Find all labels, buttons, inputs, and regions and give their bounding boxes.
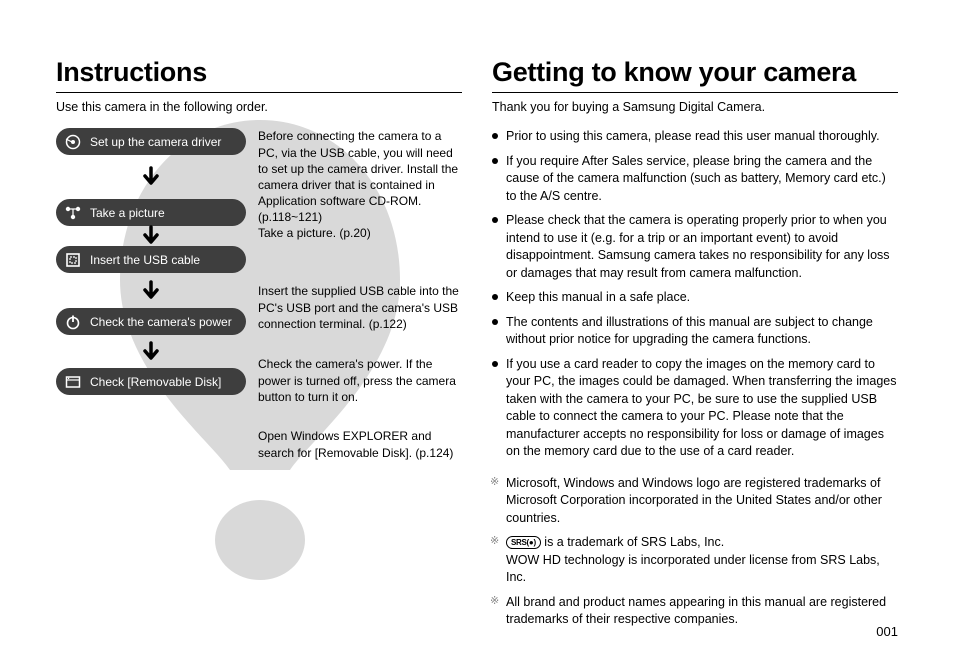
step-label: Set up the camera driver <box>90 134 221 150</box>
trademark-microsoft: Microsoft, Windows and Windows logo are … <box>492 475 898 528</box>
window-icon <box>64 373 82 391</box>
step-pill: Take a picture <box>56 199 246 226</box>
nodes-icon <box>64 204 82 222</box>
step-description: Insert the supplied USB cable into the P… <box>258 283 462 356</box>
srs-line2: WOW HD technology is incorporated under … <box>506 553 880 585</box>
instructions-intro: Use this camera in the following order. <box>56 99 462 116</box>
step-pill: Check [Removable Disk] <box>56 368 246 395</box>
getting-to-know-intro: Thank you for buying a Samsung Digital C… <box>492 99 898 116</box>
step-description: Check the camera's power. If the power i… <box>258 356 462 428</box>
getting-to-know-column: Getting to know your camera Thank you fo… <box>492 54 898 647</box>
square-outline-icon <box>64 251 82 269</box>
step-label: Take a picture <box>90 205 165 221</box>
step-description: Open Windows EXPLORER and search for [Re… <box>258 428 462 468</box>
info-bullet-list: Prior to using this camera, please read … <box>492 128 898 461</box>
down-arrow-icon <box>56 273 246 308</box>
getting-to-know-heading: Getting to know your camera <box>492 54 898 93</box>
info-bullet: Keep this manual in a safe place. <box>492 289 898 307</box>
steps-descriptions: Before connecting the camera to a PC, vi… <box>258 128 462 468</box>
down-arrow-icon <box>56 335 246 368</box>
trademark-srs: SRS(●) is a trademark of SRS Labs, Inc. … <box>492 534 898 587</box>
disc-icon <box>64 133 82 151</box>
trademark-list: Microsoft, Windows and Windows logo are … <box>492 475 898 629</box>
step-description: Before connecting the camera to a PC, vi… <box>258 128 462 225</box>
power-icon <box>64 313 82 331</box>
instructions-heading: Instructions <box>56 54 462 93</box>
info-bullet: If you require After Sales service, plea… <box>492 153 898 206</box>
step-pill: Insert the USB cable <box>56 246 246 273</box>
down-arrow-icon <box>56 155 246 199</box>
info-bullet: Please check that the camera is operatin… <box>492 212 898 282</box>
step-label: Insert the USB cable <box>90 252 200 268</box>
step-label: Check the camera's power <box>90 314 232 330</box>
srs-badge-icon: SRS(●) <box>506 536 541 549</box>
step-label: Check [Removable Disk] <box>90 374 221 390</box>
instructions-column: Instructions Use this camera in the foll… <box>56 54 462 647</box>
steps-flow: Set up the camera driver Take a picture In… <box>56 128 246 468</box>
down-arrow-icon <box>56 226 246 246</box>
info-bullet: If you use a card reader to copy the ima… <box>492 356 898 461</box>
srs-text: is a trademark of SRS Labs, Inc. <box>541 535 724 549</box>
info-bullet: Prior to using this camera, please read … <box>492 128 898 146</box>
step-description: Take a picture. (p.20) <box>258 225 462 283</box>
step-pill: Set up the camera driver <box>56 128 246 155</box>
info-bullet: The contents and illustrations of this m… <box>492 314 898 349</box>
step-pill: Check the camera's power <box>56 308 246 335</box>
trademark-brands: All brand and product names appearing in… <box>492 594 898 629</box>
